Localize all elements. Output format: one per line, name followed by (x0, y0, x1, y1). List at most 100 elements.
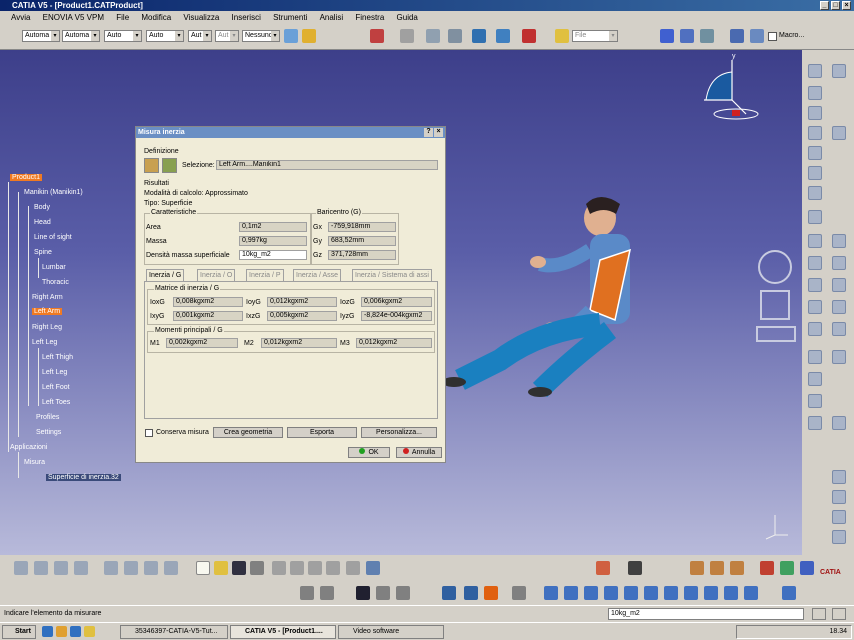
measure-inertia-icon[interactable] (484, 586, 498, 600)
task-catia[interactable]: CATIA V5 - [Product1.... (230, 625, 336, 639)
tree-superficie-inerzia[interactable]: Superficie di inerzia.32 (46, 474, 121, 481)
tree-body[interactable]: Body (34, 204, 50, 211)
tree-settings[interactable]: Settings (36, 429, 61, 436)
tree-manikin[interactable]: Manikin (Manikin1) (24, 189, 83, 196)
gz-field[interactable]: 371,728mm (328, 250, 396, 260)
save-icon[interactable] (232, 561, 246, 575)
area-field[interactable]: 0,1m2 (239, 222, 307, 232)
brush-icon[interactable] (302, 29, 316, 43)
menu-analisi[interactable]: Analisi (315, 11, 349, 24)
hide-show-icon[interactable] (724, 586, 738, 600)
folder-icon[interactable] (555, 29, 569, 43)
close-button[interactable]: × (842, 1, 851, 10)
workbench-icon-12[interactable] (832, 234, 846, 248)
snapshot-icon[interactable] (782, 586, 796, 600)
ioyg-field[interactable]: 0,012kgxm2 (267, 297, 337, 307)
tree-profiles[interactable]: Profiles (36, 414, 59, 421)
tab-inerzia-p[interactable]: Inerzia / P (246, 269, 284, 281)
tree-left-thigh[interactable]: Left Thigh (42, 354, 73, 361)
workbench-icon-26[interactable] (832, 416, 846, 430)
line-type-combo[interactable]: Automa ▾ (22, 30, 60, 42)
formula-icon[interactable] (300, 586, 314, 600)
workbench-icon-27[interactable] (832, 470, 846, 484)
pan-icon[interactable] (584, 586, 598, 600)
gx-field[interactable]: -759,918mm (328, 222, 396, 232)
workbench-icon-30[interactable] (832, 530, 846, 544)
wb-icon-2[interactable] (710, 561, 724, 575)
snap-icon[interactable] (400, 29, 414, 43)
tool-icon-4[interactable] (74, 561, 88, 575)
menu-visualizza[interactable]: Visualizza (178, 11, 224, 24)
copy-icon[interactable] (290, 561, 304, 575)
manikin-figure[interactable] (440, 190, 670, 400)
command-run-button[interactable] (832, 608, 846, 620)
workbench-icon-18[interactable] (832, 300, 846, 314)
annulla-button[interactable]: Annulla (396, 447, 442, 458)
render-icon[interactable] (750, 29, 764, 43)
ok-button[interactable]: OK (348, 447, 390, 458)
posture-icon[interactable] (496, 29, 510, 43)
maximize-button[interactable]: □ (831, 1, 840, 10)
curve-icon[interactable] (660, 29, 674, 43)
workbench-icon-17[interactable] (808, 300, 822, 314)
workbench-icon-7[interactable] (808, 146, 822, 160)
dialog-help-button[interactable]: ? (424, 128, 433, 137)
selection-mode-icon[interactable] (162, 158, 177, 173)
iozg-field[interactable]: 0,006kgxm2 (361, 297, 432, 307)
paste-icon[interactable] (308, 561, 322, 575)
rotate-icon[interactable] (604, 586, 618, 600)
crea-geometria-button[interactable]: Crea geometria (213, 427, 283, 438)
menu-guida[interactable]: Guida (392, 11, 423, 24)
tool-icon-6[interactable] (124, 561, 138, 575)
open-icon[interactable] (214, 561, 228, 575)
catalog-icon[interactable] (522, 29, 536, 43)
tab-inerzia-g[interactable]: Inerzia / G (146, 269, 185, 281)
layer-combo[interactable]: Auto ▾ (104, 30, 142, 42)
redo-icon[interactable] (346, 561, 360, 575)
wb-icon-1[interactable] (690, 561, 704, 575)
view-rect-icon[interactable] (756, 326, 796, 342)
zoom-in-icon[interactable] (624, 586, 638, 600)
menu-strumenti[interactable]: Strumenti (268, 11, 312, 24)
tool-icon-7[interactable] (144, 561, 158, 575)
esporta-button[interactable]: Esporta (287, 427, 357, 438)
table-icon[interactable] (356, 586, 370, 600)
workbench-icon-11[interactable] (808, 234, 822, 248)
spline-icon[interactable] (680, 29, 694, 43)
print-icon[interactable] (250, 561, 264, 575)
workbench-icon-29[interactable] (832, 510, 846, 524)
workbench-icon-24[interactable] (808, 394, 822, 408)
tool-icon-3[interactable] (54, 561, 68, 575)
ioxg-field[interactable]: 0,008kgxm2 (173, 297, 243, 307)
quicklaunch-firefox-icon[interactable] (56, 626, 67, 637)
undo-icon[interactable] (326, 561, 340, 575)
param-icon[interactable] (396, 586, 410, 600)
tree-spine[interactable]: Spine (34, 249, 52, 256)
workbench-icon-22[interactable] (832, 350, 846, 364)
transparency-combo[interactable]: Aut ▾ (188, 30, 212, 42)
tree-line-of-sight[interactable]: Line of sight (34, 234, 72, 241)
paint-icon[interactable] (284, 29, 298, 43)
workbench-icon-25[interactable] (808, 416, 822, 430)
tree-lumbar[interactable]: Lumbar (42, 264, 66, 271)
wb-icon-3[interactable] (730, 561, 744, 575)
tree-thoracic[interactable]: Thoracic (42, 279, 69, 286)
manikin-icon[interactable] (472, 29, 486, 43)
command-clear-button[interactable] (812, 608, 826, 620)
workbench-icon-28[interactable] (832, 490, 846, 504)
menu-enovia[interactable]: ENOVIA V5 VPM (38, 11, 109, 24)
tree-left-arm[interactable]: Left Arm (32, 308, 63, 315)
style-combo[interactable]: Aut ▾ (215, 30, 239, 42)
color-combo[interactable]: Auto ▾ (146, 30, 184, 42)
fit-all-icon[interactable] (564, 586, 578, 600)
selezione-field[interactable]: Left Arm....Manikin1 (216, 160, 438, 170)
workbench-icon-2[interactable] (832, 64, 846, 78)
workbench-icon-20[interactable] (832, 322, 846, 336)
reset-icon[interactable] (512, 586, 526, 600)
workbench-icon-5[interactable] (808, 126, 822, 140)
view-square-icon[interactable] (760, 290, 790, 320)
workbench-icon-13[interactable] (808, 256, 822, 270)
wb-icon-5[interactable] (780, 561, 794, 575)
tab-inerzia-sistema[interactable]: Inerzia / Sistema di assi (352, 269, 432, 281)
menu-finestra[interactable]: Finestra (350, 11, 389, 24)
